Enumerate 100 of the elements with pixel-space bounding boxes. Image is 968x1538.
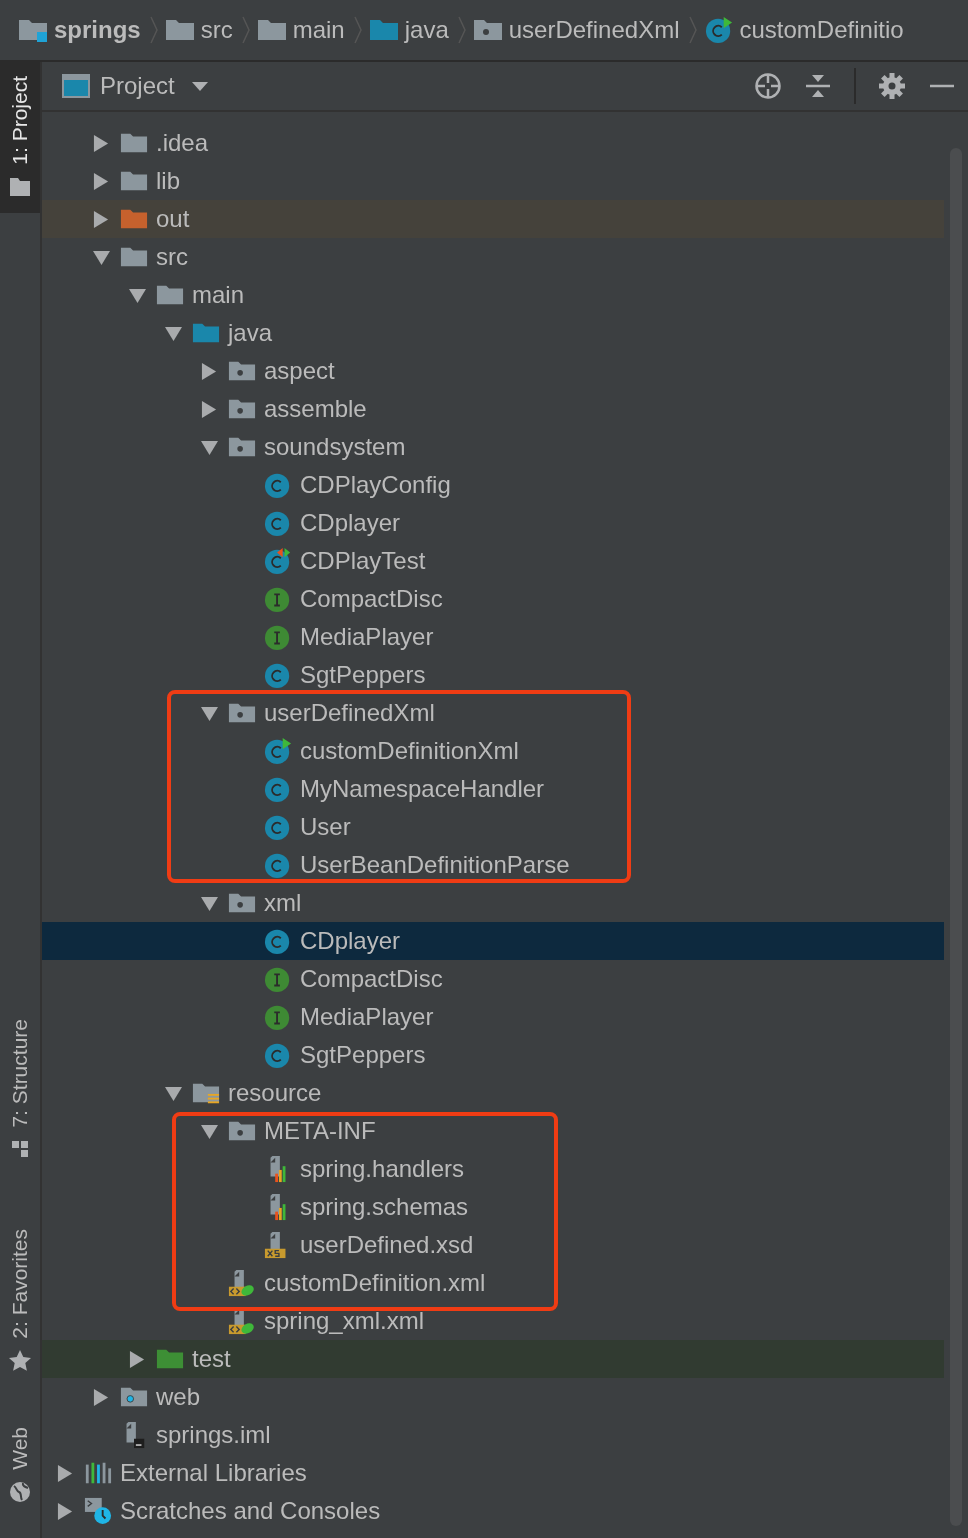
tree-row[interactable]: spring.handlers (42, 1150, 944, 1188)
tree-row[interactable]: xml (42, 884, 944, 922)
tree-item-label: soundsystem (264, 433, 406, 461)
breadcrumb-item[interactable]: src (200, 16, 233, 44)
tree-item-label: spring.schemas (300, 1193, 469, 1221)
tree-row[interactable]: src (42, 238, 944, 276)
expand-arrow-icon[interactable] (201, 1122, 218, 1140)
tree-row[interactable]: aspect (42, 352, 944, 390)
class-icon (264, 471, 292, 499)
locate-icon[interactable] (754, 72, 782, 100)
tree-item-label: out (156, 205, 190, 233)
expand-arrow-icon[interactable] (201, 438, 218, 456)
tree-row[interactable]: CDplayer (42, 504, 944, 542)
tree-item-label: CompactDisc (300, 585, 443, 613)
project-window-icon (62, 74, 90, 98)
tree-row[interactable]: test (42, 1340, 944, 1378)
tree-row[interactable]: CDplayer (42, 922, 944, 960)
tree-item-label: main (192, 281, 245, 309)
tree-item-label: SgtPeppers (300, 661, 426, 689)
expand-arrow-icon[interactable] (165, 1084, 182, 1102)
expand-arrow-icon[interactable] (57, 1464, 74, 1482)
tree-row[interactable]: CDPlayTest (42, 542, 944, 580)
panel-title[interactable]: Project (100, 72, 175, 100)
chevron-icon (148, 14, 159, 46)
expand-arrow-icon[interactable] (201, 362, 218, 380)
tree-item-label: userDefined.xsd (300, 1231, 474, 1259)
expand-arrow-icon[interactable] (129, 286, 146, 304)
tree-row[interactable]: Scratches and Consoles (42, 1492, 944, 1530)
settings-icon[interactable] (878, 72, 906, 100)
tree-row[interactable]: CDPlayConfig (42, 466, 944, 504)
class-icon (264, 1041, 292, 1069)
breadcrumb-item[interactable]: main (292, 16, 345, 44)
tree-row[interactable]: MediaPlayer (42, 618, 944, 656)
expand-arrow-icon[interactable] (201, 704, 218, 722)
tree-item-label: userDefinedXml (264, 699, 435, 727)
tree-row[interactable]: CompactDisc (42, 960, 944, 998)
tree-row[interactable]: spring.schemas (42, 1188, 944, 1226)
tree-row[interactable]: MyNamespaceHandler (42, 770, 944, 808)
breadcrumb-item[interactable]: userDefinedXml (508, 16, 680, 44)
tree-item-label: CDPlayTest (300, 547, 426, 575)
tree-item-label: CDplayer (300, 509, 401, 537)
breadcrumb-item[interactable]: java (404, 16, 449, 44)
tree-item-label: src (156, 243, 188, 271)
breadcrumb-item[interactable]: springs (54, 16, 141, 44)
tree-row[interactable]: lib (42, 162, 944, 200)
tree-item-label: User (300, 813, 351, 841)
collapse-all-icon[interactable] (804, 72, 832, 100)
tree-row[interactable]: customDefinitionXml (42, 732, 944, 770)
tree-row[interactable]: java (42, 314, 944, 352)
tree-row[interactable]: MediaPlayer (42, 998, 944, 1036)
tree-row[interactable]: out (42, 200, 944, 238)
tree-row[interactable]: SgtPeppers (42, 1036, 944, 1074)
tree-item-label: java (228, 319, 273, 347)
tree-row[interactable]: customDefinition.xml (42, 1264, 944, 1302)
expand-arrow-icon[interactable] (93, 210, 110, 228)
tree-row[interactable]: spring_xml.xml (42, 1302, 944, 1340)
interface-icon (264, 965, 292, 993)
tree-row[interactable]: web (42, 1378, 944, 1416)
expand-arrow-icon[interactable] (165, 324, 182, 342)
breadcrumb-item[interactable]: customDefinitio (739, 16, 904, 44)
class-icon (264, 775, 292, 803)
expand-arrow-icon[interactable] (129, 1350, 146, 1368)
tree-row[interactable]: UserBeanDefinitionParse (42, 846, 944, 884)
class-icon (264, 509, 292, 537)
tree-item-label: xml (264, 889, 302, 917)
tree-row[interactable]: User (42, 808, 944, 846)
tree-row[interactable]: userDefined.xsd (42, 1226, 944, 1264)
expand-arrow-icon[interactable] (201, 400, 218, 418)
tree-row[interactable]: CompactDisc (42, 580, 944, 618)
tree-item-label: spring.handlers (300, 1155, 465, 1183)
chevron-icon (456, 14, 467, 46)
tree-row[interactable]: META-INF (42, 1112, 944, 1150)
tree-item-label: assemble (264, 395, 367, 423)
expand-arrow-icon[interactable] (93, 248, 110, 266)
tree-item-label: springs.iml (156, 1421, 271, 1449)
tree-item-label: MediaPlayer (300, 1003, 434, 1031)
tree-item-label: SgtPeppers (300, 1041, 426, 1069)
tree-row[interactable]: userDefinedXml (42, 694, 944, 732)
tree-row[interactable]: main (42, 276, 944, 314)
tree-item-label: lib (156, 167, 180, 195)
tree-row[interactable]: resource (42, 1074, 944, 1112)
tree-item-label: CDplayer (300, 927, 401, 955)
expand-arrow-icon[interactable] (201, 894, 218, 912)
side-tab[interactable]: 1: Project (0, 62, 40, 213)
side-tab[interactable]: 7: Structure (0, 1004, 40, 1176)
expand-arrow-icon[interactable] (93, 1388, 110, 1406)
expand-arrow-icon[interactable] (93, 134, 110, 152)
caret-icon[interactable] (190, 80, 209, 92)
tree-item-label: customDefinition.xml (264, 1269, 486, 1297)
tree-row[interactable]: SgtPeppers (42, 656, 944, 694)
tree-row[interactable]: springs.iml (42, 1416, 944, 1454)
tree-item-label: aspect (264, 357, 335, 385)
side-tab[interactable]: 2: Favorites (0, 1215, 40, 1388)
tree-row[interactable]: soundsystem (42, 428, 944, 466)
side-tab[interactable]: Web (0, 1413, 40, 1518)
expand-arrow-icon[interactable] (93, 172, 110, 190)
expand-arrow-icon[interactable] (57, 1502, 74, 1520)
tree-row[interactable]: assemble (42, 390, 944, 428)
tree-row[interactable]: External Libraries (42, 1454, 944, 1492)
tree-row[interactable]: .idea (42, 124, 944, 162)
